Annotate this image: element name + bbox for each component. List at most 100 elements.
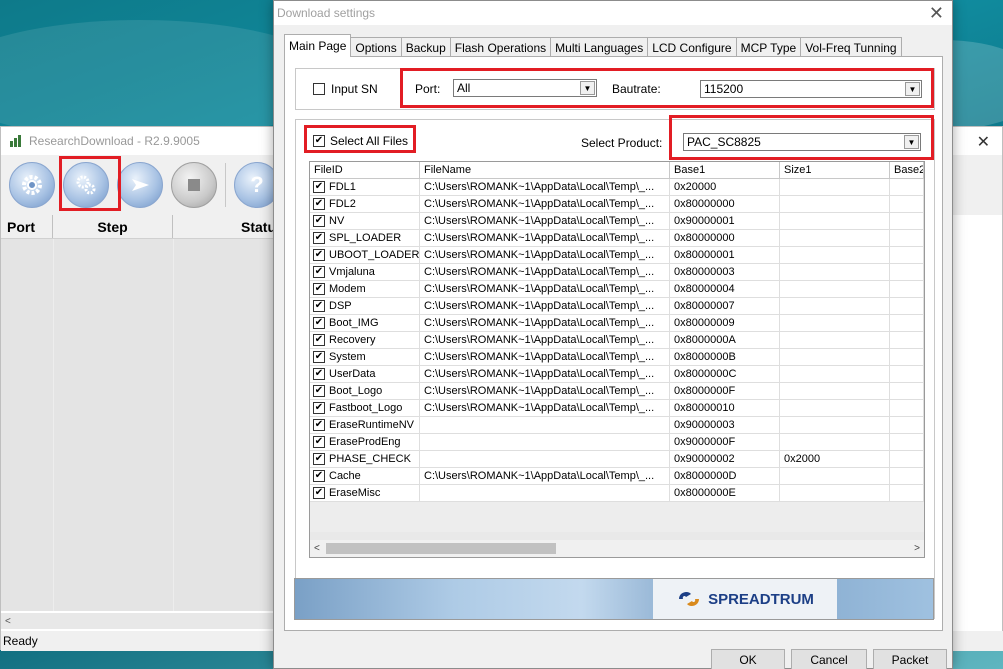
settings-button[interactable] bbox=[63, 162, 109, 208]
file-checkbox[interactable]: ✔ bbox=[313, 198, 325, 210]
file-id-cell: ✔ EraseRuntimeNV bbox=[310, 417, 420, 433]
input-sn-checkbox[interactable] bbox=[313, 83, 325, 95]
column-status[interactable]: Statu bbox=[173, 215, 281, 238]
file-table-scrollbar[interactable]: < > bbox=[310, 540, 924, 557]
table-row[interactable]: ✔ FDL2 C:\Users\ROMANK~1\AppData\Local\Tem… bbox=[310, 196, 924, 213]
file-checkbox[interactable]: ✔ bbox=[313, 334, 325, 346]
file-base-cell: 0x80000000 bbox=[670, 230, 780, 246]
table-row[interactable]: ✔ EraseRuntimeNV 0x90000003 bbox=[310, 417, 924, 434]
column-filename[interactable]: FileName bbox=[420, 162, 670, 178]
column-base2[interactable]: Base2 bbox=[890, 162, 924, 178]
cancel-button[interactable]: Cancel bbox=[791, 649, 867, 669]
column-port[interactable]: Port bbox=[1, 215, 53, 238]
file-table-empty-area bbox=[310, 502, 924, 532]
table-row[interactable]: ✔ Fastboot_Logo C:\Users\ROMANK~1\AppData\… bbox=[310, 400, 924, 417]
file-name-cell: C:\Users\ROMANK~1\AppData\Local\Temp\_..… bbox=[420, 196, 670, 212]
file-size-cell bbox=[780, 468, 890, 484]
file-checkbox[interactable]: ✔ bbox=[313, 232, 325, 244]
file-id: EraseRuntimeNV bbox=[329, 419, 414, 431]
chevron-down-icon[interactable]: ▼ bbox=[580, 81, 595, 95]
start-button[interactable] bbox=[117, 162, 163, 208]
table-row[interactable]: ✔ Modem C:\Users\ROMANK~1\AppData\Local\Te… bbox=[310, 281, 924, 298]
gear-icon bbox=[22, 175, 42, 195]
column-base1[interactable]: Base1 bbox=[670, 162, 780, 178]
file-checkbox[interactable]: ✔ bbox=[313, 453, 325, 465]
scrollbar-thumb[interactable] bbox=[326, 543, 556, 554]
packet-button[interactable]: Packet bbox=[873, 649, 947, 669]
baudrate-select[interactable]: 115200 ▼ bbox=[700, 80, 922, 98]
tab-options[interactable]: Options bbox=[350, 37, 402, 57]
table-row[interactable]: ✔ EraseMisc 0x8000000E bbox=[310, 485, 924, 502]
file-base-cell: 0x90000002 bbox=[670, 451, 780, 467]
table-row[interactable]: ✔ NV C:\Users\ROMANK~1\AppData\Local\Temp\… bbox=[310, 213, 924, 230]
port-select[interactable]: All ▼ bbox=[453, 79, 597, 97]
file-checkbox[interactable]: ✔ bbox=[313, 317, 325, 329]
brand-name: SPREADTRUM bbox=[708, 590, 814, 608]
ok-button[interactable]: OK bbox=[711, 649, 785, 669]
column-fileid[interactable]: FileID bbox=[310, 162, 420, 178]
table-row[interactable]: ✔ Cache C:\Users\ROMANK~1\AppData\Local\Te… bbox=[310, 468, 924, 485]
file-id: Fastboot_Logo bbox=[329, 402, 403, 414]
file-checkbox[interactable]: ✔ bbox=[313, 368, 325, 380]
file-id: Vmjaluna bbox=[329, 266, 375, 278]
table-row[interactable]: ✔ EraseProdEng 0x9000000F bbox=[310, 434, 924, 451]
chevron-down-icon[interactable]: ▼ bbox=[905, 82, 920, 96]
table-row[interactable]: ✔ Vmjaluna C:\Users\ROMANK~1\AppData\Local… bbox=[310, 264, 924, 281]
chevron-down-icon[interactable]: ▼ bbox=[904, 135, 919, 149]
tab-main-page[interactable]: Main Page bbox=[284, 34, 352, 57]
load-packet-button[interactable] bbox=[9, 162, 55, 208]
select-all-checkbox[interactable]: ✔ bbox=[313, 135, 325, 147]
file-checkbox[interactable]: ✔ bbox=[313, 300, 325, 312]
tab-flash-operations[interactable]: Flash Operations bbox=[449, 37, 552, 57]
input-sn-option[interactable]: Input SN bbox=[313, 82, 378, 96]
port-grid-scrollbar[interactable]: < bbox=[1, 613, 281, 629]
file-base-cell: 0x90000003 bbox=[670, 417, 780, 433]
file-id-cell: ✔ FDL1 bbox=[310, 179, 420, 195]
file-id-cell: ✔ Boot_Logo bbox=[310, 383, 420, 399]
tab-multi-languages[interactable]: Multi Languages bbox=[550, 37, 649, 57]
tab-vol-freq-tunning[interactable]: Vol-Freq Tunning bbox=[800, 37, 902, 57]
scroll-left-icon[interactable]: < bbox=[1, 616, 11, 627]
file-checkbox[interactable]: ✔ bbox=[313, 436, 325, 448]
table-row[interactable]: ✔ PHASE_CHECK 0x90000002 0x2000 bbox=[310, 451, 924, 468]
table-row[interactable]: ✔ Boot_IMG C:\Users\ROMANK~1\AppData\Local… bbox=[310, 315, 924, 332]
file-id-cell: ✔ Boot_IMG bbox=[310, 315, 420, 331]
select-all-option[interactable]: ✔ Select All Files bbox=[313, 134, 408, 148]
table-row[interactable]: ✔ Recovery C:\Users\ROMANK~1\AppData\Local… bbox=[310, 332, 924, 349]
dialog-close-icon[interactable]: ✕ bbox=[929, 3, 944, 24]
file-checkbox[interactable]: ✔ bbox=[313, 470, 325, 482]
file-checkbox[interactable]: ✔ bbox=[313, 351, 325, 363]
table-row[interactable]: ✔ UserData C:\Users\ROMANK~1\AppData\Local… bbox=[310, 366, 924, 383]
table-row[interactable]: ✔ UBOOT_LOADER C:\Users\ROMANK~1\AppData\L… bbox=[310, 247, 924, 264]
tab-lcd-configure[interactable]: LCD Configure bbox=[647, 37, 737, 57]
column-step[interactable]: Step bbox=[53, 215, 173, 238]
file-checkbox[interactable]: ✔ bbox=[313, 419, 325, 431]
column-size1[interactable]: Size1 bbox=[780, 162, 890, 178]
scroll-left-icon[interactable]: < bbox=[314, 543, 320, 554]
file-checkbox[interactable]: ✔ bbox=[313, 181, 325, 193]
file-checkbox[interactable]: ✔ bbox=[313, 283, 325, 295]
dialog-title: Download settings bbox=[277, 6, 376, 20]
product-select[interactable]: PAC_SC8825 ▼ bbox=[683, 133, 921, 151]
scroll-right-icon[interactable]: > bbox=[914, 543, 920, 554]
app-title: ResearchDownload - R2.9.9005 bbox=[29, 134, 200, 148]
file-checkbox[interactable]: ✔ bbox=[313, 266, 325, 278]
file-checkbox[interactable]: ✔ bbox=[313, 385, 325, 397]
file-base-cell: 0x8000000D bbox=[670, 468, 780, 484]
table-row[interactable]: ✔ DSP C:\Users\ROMANK~1\AppData\Local\Temp… bbox=[310, 298, 924, 315]
file-checkbox[interactable]: ✔ bbox=[313, 402, 325, 414]
tab-backup[interactable]: Backup bbox=[400, 37, 451, 57]
table-row[interactable]: ✔ SPL_LOADER C:\Users\ROMANK~1\AppData\Loc… bbox=[310, 230, 924, 247]
stop-button[interactable] bbox=[171, 162, 217, 208]
file-base2-cell bbox=[890, 451, 924, 467]
file-checkbox[interactable]: ✔ bbox=[313, 249, 325, 261]
file-name-cell: C:\Users\ROMANK~1\AppData\Local\Temp\_..… bbox=[420, 179, 670, 195]
file-base2-cell bbox=[890, 468, 924, 484]
table-row[interactable]: ✔ System C:\Users\ROMANK~1\AppData\Local\T… bbox=[310, 349, 924, 366]
tab-mcp-type[interactable]: MCP Type bbox=[735, 37, 802, 57]
file-checkbox[interactable]: ✔ bbox=[313, 215, 325, 227]
app-close-icon[interactable]: ✕ bbox=[977, 132, 990, 152]
table-row[interactable]: ✔ FDL1 C:\Users\ROMANK~1\AppData\Local\Tem… bbox=[310, 179, 924, 196]
file-checkbox[interactable]: ✔ bbox=[313, 487, 325, 499]
table-row[interactable]: ✔ Boot_Logo C:\Users\ROMANK~1\AppData\Loca… bbox=[310, 383, 924, 400]
